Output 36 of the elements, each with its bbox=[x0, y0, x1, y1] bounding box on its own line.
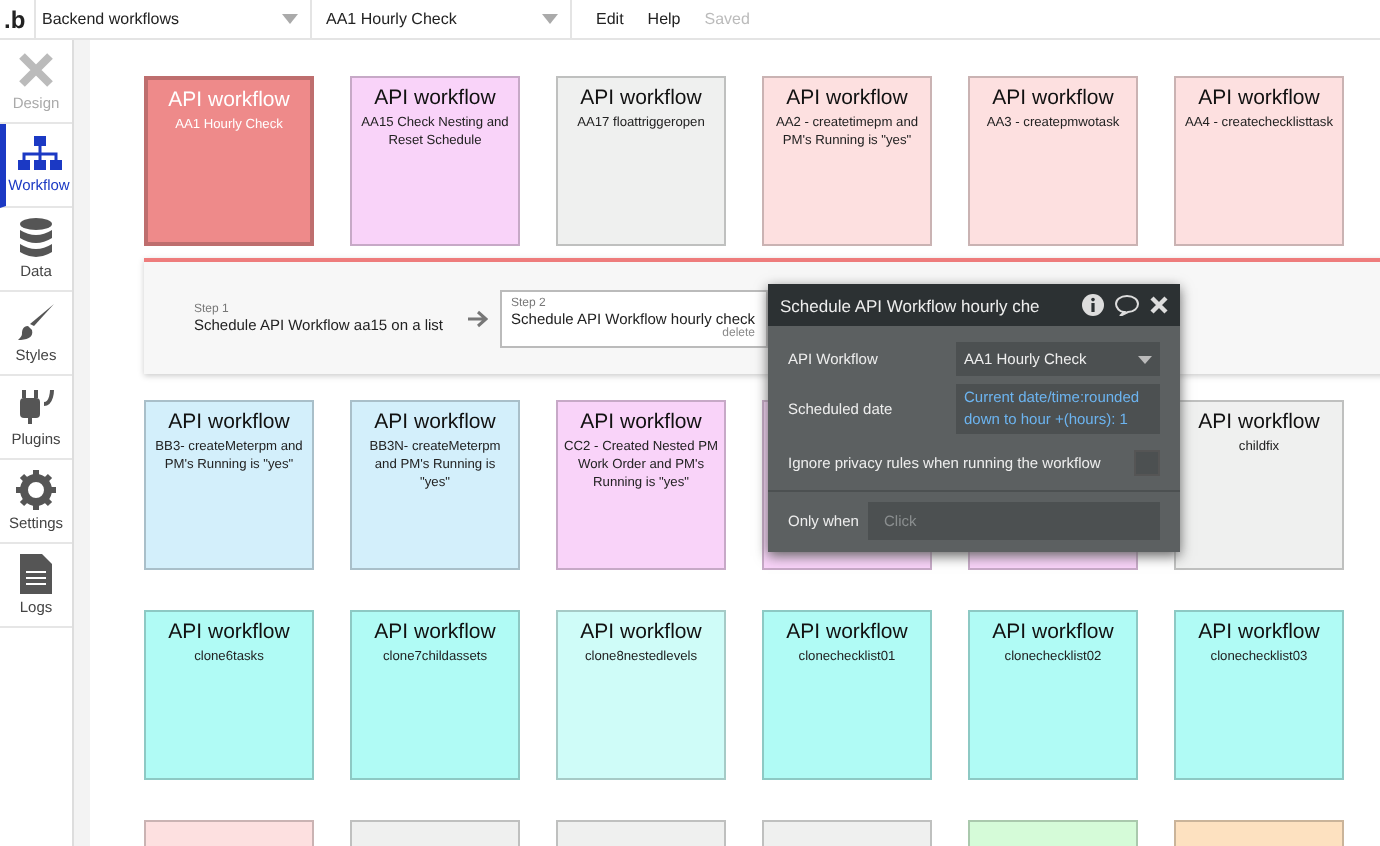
close-icon[interactable] bbox=[1150, 296, 1168, 314]
document-icon bbox=[20, 554, 52, 594]
card-title: API workflow bbox=[1196, 86, 1322, 110]
caret-icon bbox=[542, 14, 558, 24]
card-title: API workflow bbox=[166, 410, 292, 434]
caret-icon bbox=[1138, 355, 1152, 363]
brush-icon bbox=[16, 302, 56, 342]
card-title: API workflow bbox=[578, 410, 704, 434]
plug-icon bbox=[16, 386, 56, 426]
page-dropdown[interactable]: Backend workflows bbox=[34, 0, 310, 38]
card-title: API workflow bbox=[578, 86, 704, 110]
card-title: API workflow bbox=[1196, 620, 1322, 644]
menu-item[interactable]: Edit bbox=[596, 10, 624, 28]
tools-icon bbox=[16, 50, 56, 90]
card-title: API workflow bbox=[990, 620, 1116, 644]
card-title: API workflow bbox=[990, 86, 1116, 110]
card-title: API workflow bbox=[784, 620, 910, 644]
comment-icon[interactable] bbox=[1114, 294, 1140, 316]
menu-item[interactable]: Help bbox=[647, 10, 681, 28]
card-title: API workflow bbox=[784, 86, 910, 110]
card-title: API workflow bbox=[578, 620, 704, 644]
card-title: API workflow bbox=[372, 620, 498, 644]
database-icon bbox=[20, 218, 52, 258]
workflow-dropdown[interactable]: AA1 Hourly Check bbox=[310, 0, 572, 38]
card-title: API workflow bbox=[372, 410, 498, 434]
card-title: API workflow bbox=[1196, 410, 1322, 434]
info-icon[interactable] bbox=[1082, 294, 1104, 316]
card-title: API workflow bbox=[166, 88, 292, 112]
popup-title: Schedule API Workflow hourly che bbox=[780, 295, 1042, 315]
card-title: API workflow bbox=[372, 86, 498, 110]
settings-icon bbox=[16, 470, 56, 510]
logo: .b bbox=[2, 5, 28, 33]
arrow-icon bbox=[467, 309, 488, 327]
caret-icon bbox=[282, 14, 298, 24]
hierarchy-icon bbox=[17, 136, 61, 172]
card-title: API workflow bbox=[166, 620, 292, 644]
